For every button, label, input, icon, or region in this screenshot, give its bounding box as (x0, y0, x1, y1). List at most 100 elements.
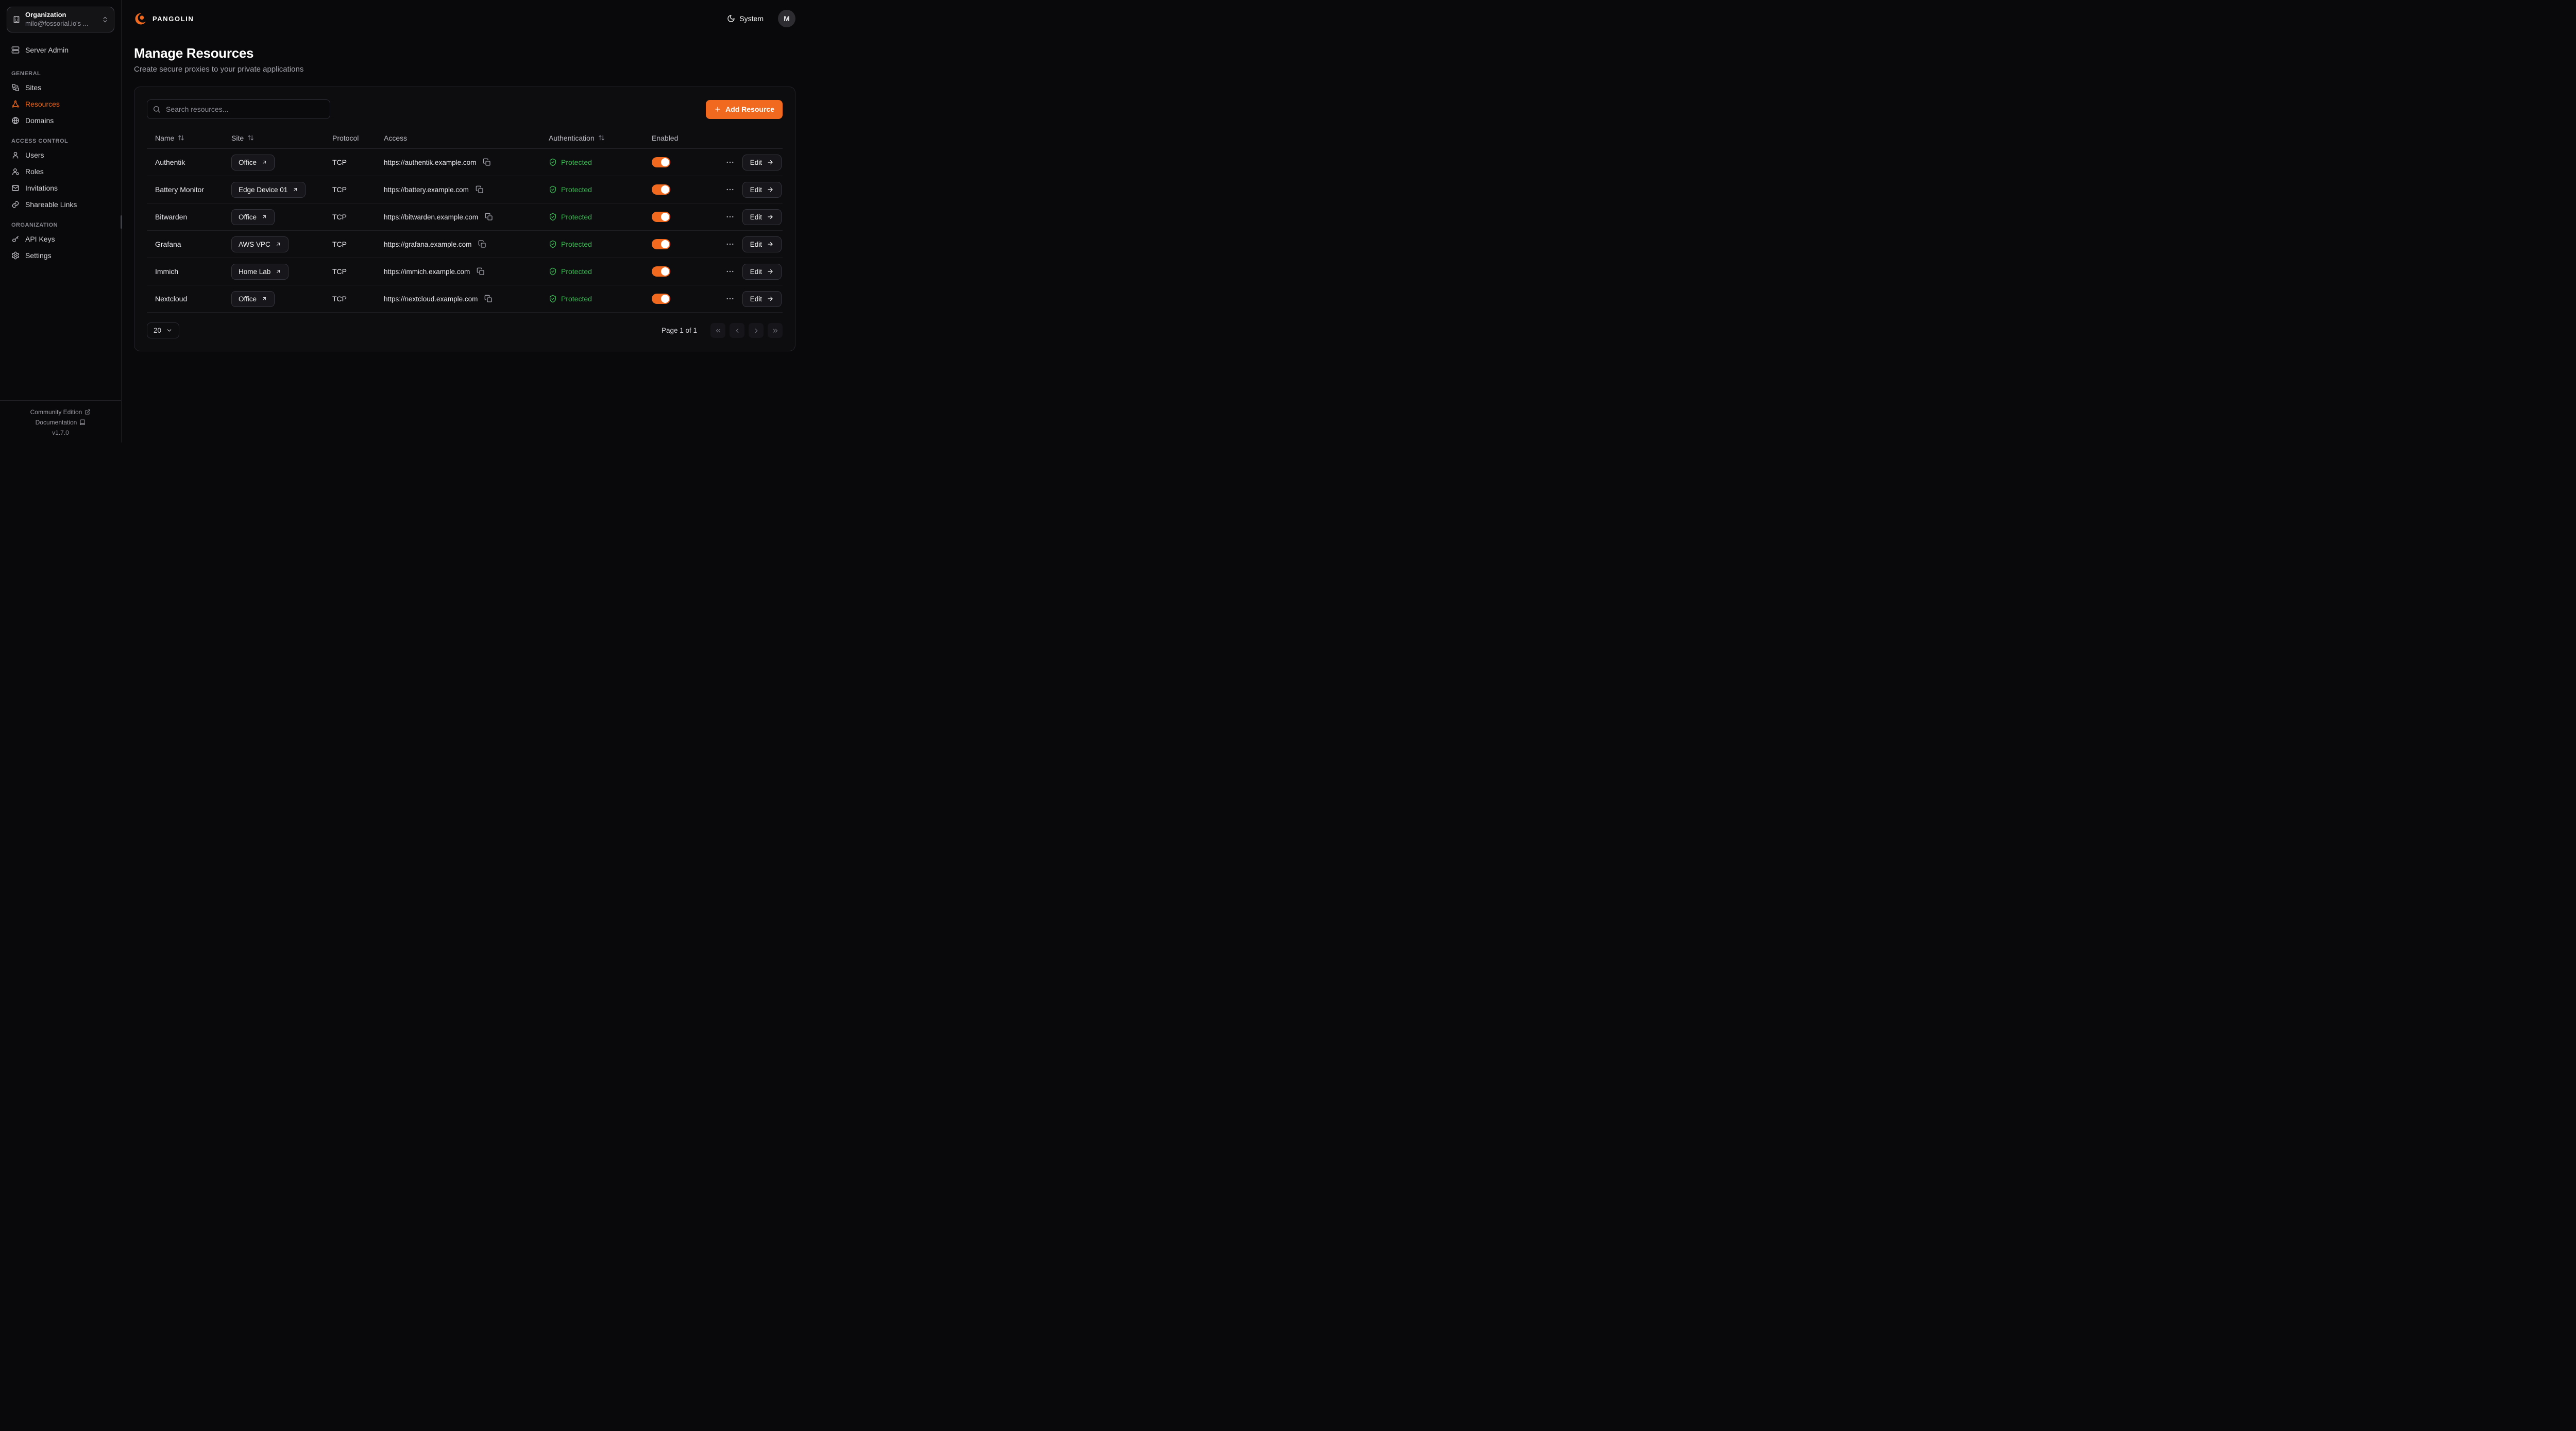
authentication-label: Protected (561, 240, 592, 248)
copy-url-button[interactable] (483, 294, 494, 304)
edit-button[interactable]: Edit (742, 236, 782, 252)
org-picker[interactable]: Organization milo@fossorial.io's ... (7, 7, 114, 32)
edit-button[interactable]: Edit (742, 209, 782, 225)
edit-button[interactable]: Edit (742, 264, 782, 280)
site-link-button[interactable]: Office (231, 209, 275, 225)
site-link-button[interactable]: Office (231, 155, 275, 171)
sidebar-item-server-admin[interactable]: Server Admin (7, 42, 114, 58)
enabled-toggle[interactable] (652, 239, 670, 249)
row-menu-button[interactable] (724, 184, 736, 195)
copy-url-button[interactable] (477, 239, 487, 249)
enabled-toggle[interactable] (652, 266, 670, 277)
row-menu-button[interactable] (724, 238, 736, 250)
sidebar-item-domains[interactable]: Domains (7, 112, 114, 129)
table-row: Grafana AWS VPC TCP https://grafana.exam… (147, 231, 783, 258)
sidebar-item-label: Users (25, 151, 44, 159)
chevron-down-icon (166, 327, 173, 334)
theme-selector[interactable]: System (724, 14, 767, 23)
enabled-toggle[interactable] (652, 184, 670, 195)
column-header-authentication[interactable]: Authentication (540, 134, 643, 142)
row-menu-button[interactable] (724, 157, 736, 168)
sidebar-resize-handle[interactable] (121, 215, 122, 229)
card-toolbar: Add Resource (147, 99, 783, 119)
row-menu-button[interactable] (724, 293, 736, 304)
edit-button[interactable]: Edit (742, 182, 782, 198)
copy-url-button[interactable] (474, 184, 485, 195)
sidebar-item-settings[interactable]: Settings (7, 247, 114, 264)
access-url: https://nextcloud.example.com (384, 295, 478, 303)
resource-name: Grafana (147, 240, 223, 248)
add-resource-label: Add Resource (725, 105, 774, 113)
site-cell: AWS VPC (223, 236, 324, 252)
protocol: TCP (324, 158, 376, 166)
site-cell: Office (223, 291, 324, 307)
community-edition-link[interactable]: Community Edition (0, 407, 121, 417)
copy-icon (478, 240, 486, 248)
enabled-toggle[interactable] (652, 294, 670, 304)
resource-name: Authentik (147, 158, 223, 166)
toggle-knob (661, 267, 669, 276)
sidebar-item-label: Server Admin (25, 46, 69, 54)
sidebar-item-label: Sites (25, 83, 41, 92)
row-actions: Edit (714, 209, 783, 225)
search-input[interactable] (147, 99, 330, 119)
edit-label: Edit (750, 159, 762, 166)
sidebar-footer: Community Edition Documentation v1.7.0 (0, 400, 121, 442)
page-title: Manage Resources (134, 45, 795, 61)
shield-check-icon (549, 158, 557, 166)
copy-url-button[interactable] (484, 212, 494, 222)
row-menu-button[interactable] (724, 266, 736, 277)
protocol: TCP (324, 295, 376, 303)
sidebar-item-shareable-links[interactable]: Shareable Links (7, 196, 114, 213)
resources-icon (11, 100, 20, 108)
chevron-left-icon (734, 327, 741, 334)
ellipsis-icon (725, 212, 735, 222)
external-link-icon (261, 159, 267, 165)
brand-name: PANGOLIN (152, 15, 194, 23)
column-header-name[interactable]: Name (147, 134, 223, 142)
external-link-icon (261, 214, 267, 220)
edit-button[interactable]: Edit (742, 291, 782, 307)
documentation-link[interactable]: Documentation (0, 417, 121, 428)
copy-url-button[interactable] (476, 266, 486, 277)
resource-name: Bitwarden (147, 213, 223, 221)
external-link-icon (275, 241, 281, 247)
site-link-button[interactable]: Home Lab (231, 264, 289, 280)
building-icon (12, 15, 21, 24)
page-size-select[interactable]: 20 (147, 322, 179, 338)
site-link-button[interactable]: Office (231, 291, 275, 307)
sidebar-item-invitations[interactable]: Invitations (7, 180, 114, 196)
sidebar-item-roles[interactable]: Roles (7, 163, 114, 180)
site-link-button[interactable]: Edge Device 01 (231, 182, 306, 198)
edit-button[interactable]: Edit (742, 155, 782, 171)
copy-icon (484, 295, 493, 303)
site-cell: Edge Device 01 (223, 182, 324, 198)
enabled-toggle[interactable] (652, 157, 670, 167)
last-page-button[interactable] (768, 323, 783, 338)
resources-card: Add Resource Name Site Protocol (134, 87, 795, 351)
gear-icon (11, 251, 20, 260)
row-actions: Edit (714, 182, 783, 198)
sidebar-item-label: Settings (25, 251, 52, 260)
sidebar-item-resources[interactable]: Resources (7, 96, 114, 112)
copy-url-button[interactable] (482, 157, 492, 167)
access-url: https://grafana.example.com (384, 241, 471, 248)
previous-page-button[interactable] (730, 323, 744, 338)
row-menu-button[interactable] (724, 211, 736, 223)
section-label-general: GENERAL (11, 71, 110, 77)
enabled-toggle[interactable] (652, 212, 670, 222)
access-url: https://bitwarden.example.com (384, 213, 478, 221)
add-resource-button[interactable]: Add Resource (706, 100, 783, 119)
sidebar-item-sites[interactable]: Sites (7, 79, 114, 96)
table-row: Battery Monitor Edge Device 01 TCP https… (147, 176, 783, 203)
avatar[interactable]: M (778, 10, 795, 27)
protocol: TCP (324, 240, 376, 248)
sidebar-item-users[interactable]: Users (7, 147, 114, 163)
column-header-site[interactable]: Site (223, 134, 324, 142)
next-page-button[interactable] (749, 323, 764, 338)
site-link-button[interactable]: AWS VPC (231, 236, 289, 252)
table-footer: 20 Page 1 of 1 (147, 313, 783, 338)
arrow-right-icon (767, 159, 774, 166)
sidebar-item-api-keys[interactable]: API Keys (7, 231, 114, 247)
first-page-button[interactable] (710, 323, 725, 338)
